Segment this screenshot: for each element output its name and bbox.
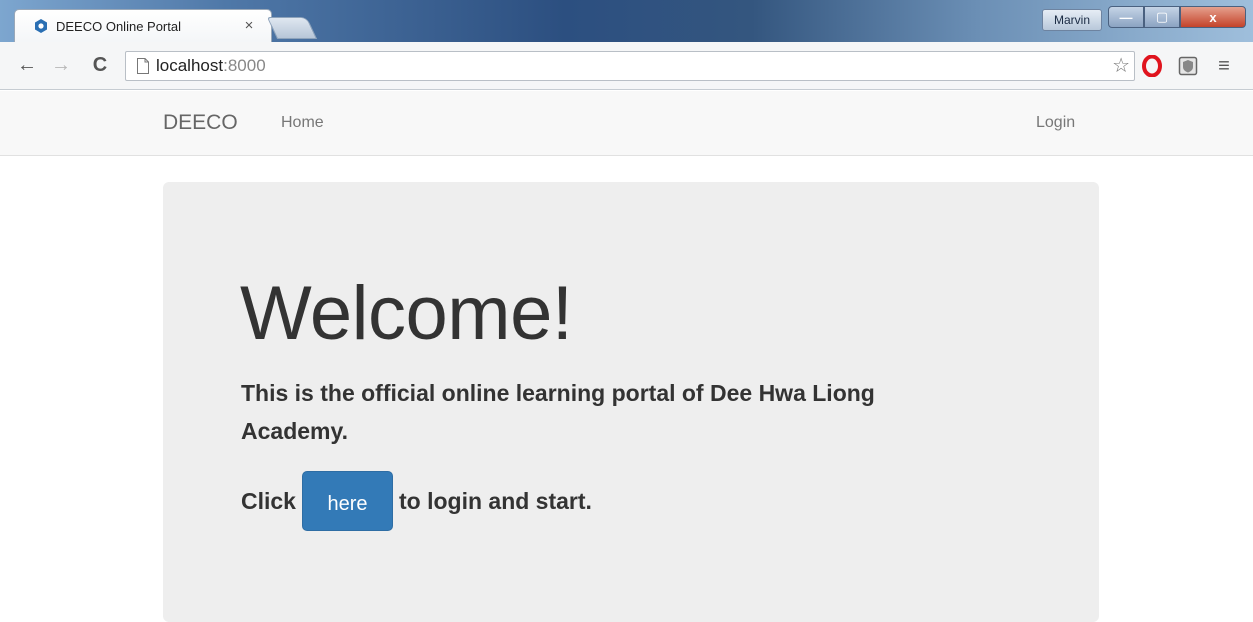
address-bar[interactable]: localhost:8000 ☆ — [125, 51, 1135, 81]
shield-extension-icon[interactable] — [1176, 54, 1200, 78]
login-prompt: Click here to login and start. — [241, 471, 592, 531]
window-close-button[interactable]: x — [1180, 6, 1246, 28]
window-maximize-button[interactable]: ▢ — [1144, 6, 1180, 28]
reload-icon[interactable]: C — [89, 54, 111, 76]
deeco-logo-icon — [33, 18, 49, 34]
tab-title: DEECO Online Portal — [56, 18, 181, 34]
bookmark-star-icon[interactable]: ☆ — [1112, 56, 1130, 76]
url-host: localhost — [156, 56, 224, 75]
browser-titlebar: DEECO Online Portal × Marvin — ▢ x — [0, 0, 1253, 42]
login-here-button[interactable]: here — [301, 471, 393, 531]
nav-link-home[interactable]: Home — [281, 114, 324, 132]
browser-toolbar: ← → C localhost:8000 ☆ ≡ — [0, 42, 1253, 90]
new-tab-button[interactable] — [266, 17, 318, 39]
window-minimize-button[interactable]: — — [1108, 6, 1144, 28]
nav-link-login[interactable]: Login — [1036, 114, 1075, 132]
page-title: Welcome! — [240, 271, 573, 356]
menu-icon[interactable]: ≡ — [1212, 54, 1236, 78]
opera-icon[interactable] — [1140, 54, 1164, 78]
url-port: :8000 — [223, 56, 266, 75]
welcome-jumbotron: Welcome! This is the official online lea… — [163, 182, 1099, 622]
profile-user-badge[interactable]: Marvin — [1042, 9, 1102, 31]
navbar-brand[interactable]: DEECO — [163, 111, 238, 135]
site-navbar: DEECO Home Login — [0, 91, 1253, 156]
cta-suffix: to login and start. — [398, 487, 592, 514]
page-icon — [136, 58, 150, 74]
lead-text: This is the official online learning por… — [241, 380, 875, 444]
back-arrow-icon[interactable]: ← — [16, 54, 38, 76]
cta-prefix: Click — [241, 487, 296, 514]
browser-tab[interactable]: DEECO Online Portal × — [14, 9, 272, 42]
forward-arrow-icon[interactable]: → — [50, 54, 72, 76]
tab-close-icon[interactable]: × — [241, 18, 257, 34]
